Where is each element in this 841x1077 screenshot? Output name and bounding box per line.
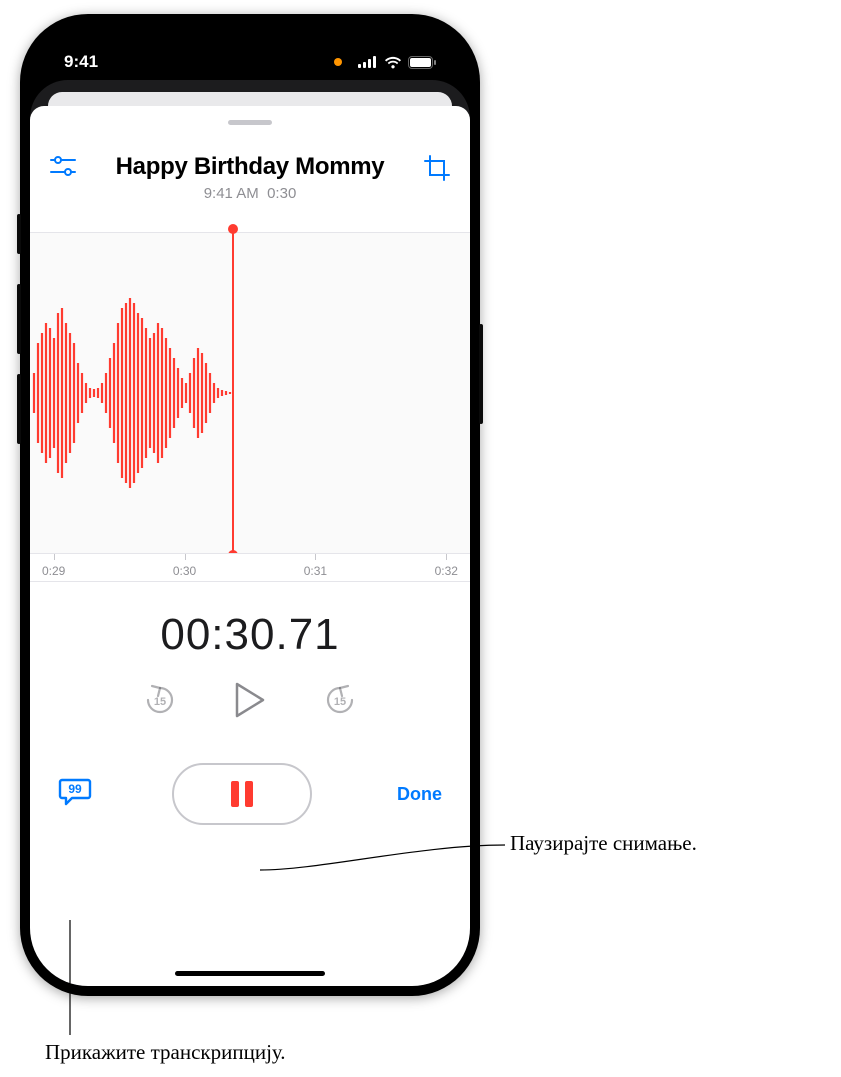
home-indicator[interactable] bbox=[175, 971, 325, 976]
callout-leader bbox=[240, 840, 510, 880]
wifi-icon bbox=[384, 56, 402, 69]
svg-text:15: 15 bbox=[334, 696, 346, 708]
svg-text:99: 99 bbox=[68, 782, 82, 796]
ruler-tick: 0:29 bbox=[42, 554, 65, 578]
callout-pause: Паузирајте снимање. bbox=[510, 831, 697, 856]
skip-forward-15-icon: 15 bbox=[322, 682, 358, 718]
playback-settings-button[interactable] bbox=[50, 155, 76, 182]
recording-indicator-dot bbox=[334, 58, 342, 66]
side-button bbox=[479, 324, 483, 424]
dynamic-island bbox=[185, 38, 315, 76]
callout-transcript: Прикажите транскрипцију. bbox=[45, 1040, 286, 1065]
ruler-tick: 0:31 bbox=[304, 554, 327, 578]
recording-subtitle: 9:41 AM 0:30 bbox=[86, 185, 414, 202]
waveform-area[interactable]: 0:29 0:30 0:31 0:32 bbox=[30, 232, 470, 582]
battery-icon bbox=[408, 56, 436, 69]
timeline-ruler: 0:29 0:30 0:31 0:32 bbox=[30, 553, 470, 581]
transport-controls: 15 15 bbox=[30, 682, 470, 723]
skip-forward-15-button[interactable]: 15 bbox=[322, 682, 358, 723]
svg-text:15: 15 bbox=[154, 696, 166, 708]
transcription-bubble-icon: 99 bbox=[58, 777, 92, 807]
pause-icon bbox=[231, 781, 253, 807]
crop-icon bbox=[424, 155, 450, 181]
ruler-tick: 0:32 bbox=[435, 554, 458, 578]
done-button[interactable]: Done bbox=[382, 784, 442, 805]
volume-up-button bbox=[17, 284, 21, 354]
elapsed-time: 00:30.71 bbox=[30, 610, 470, 660]
skip-back-15-icon: 15 bbox=[142, 682, 178, 718]
trim-button[interactable] bbox=[424, 155, 450, 186]
waveform bbox=[30, 233, 470, 553]
settings-sliders-icon bbox=[50, 155, 76, 177]
callout-leader bbox=[60, 920, 120, 1040]
skip-back-15-button[interactable]: 15 bbox=[142, 682, 178, 723]
volume-down-button bbox=[17, 374, 21, 444]
show-transcription-button[interactable]: 99 bbox=[58, 777, 102, 812]
pause-recording-button[interactable] bbox=[172, 763, 312, 825]
play-button[interactable] bbox=[234, 682, 266, 723]
status-time: 9:41 bbox=[64, 52, 98, 72]
recording-title[interactable]: Happy Birthday Mommy bbox=[86, 153, 414, 181]
ruler-tick: 0:30 bbox=[173, 554, 196, 578]
playhead[interactable] bbox=[232, 229, 234, 555]
cellular-icon bbox=[358, 56, 378, 68]
mute-switch bbox=[17, 214, 21, 254]
play-icon bbox=[234, 682, 266, 718]
